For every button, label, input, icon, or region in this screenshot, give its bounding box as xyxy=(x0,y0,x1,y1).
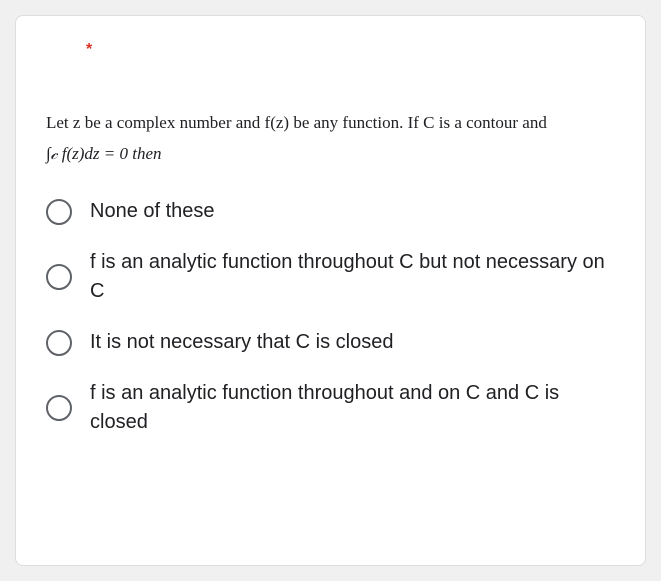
option-label: f is an analytic function throughout C b… xyxy=(90,248,615,306)
radio-icon xyxy=(46,199,72,225)
option-label: It is not necessary that C is closed xyxy=(90,328,393,357)
options-group: None of these f is an analytic function … xyxy=(46,197,615,437)
option-row[interactable]: f is an analytic function throughout C b… xyxy=(46,248,615,306)
option-label: None of these xyxy=(90,197,215,226)
option-row[interactable]: None of these xyxy=(46,197,615,226)
radio-icon xyxy=(46,330,72,356)
option-row[interactable]: f is an analytic function throughout and… xyxy=(46,379,615,437)
required-asterisk: * xyxy=(86,41,615,59)
radio-icon xyxy=(46,395,72,421)
question-line-2: ∫𝒸 f(z)dz = 0 then xyxy=(46,140,615,167)
question-text: Let z be a complex number and f(z) be an… xyxy=(46,109,615,167)
question-card: * Let z be a complex number and f(z) be … xyxy=(15,15,646,566)
radio-icon xyxy=(46,264,72,290)
option-label: f is an analytic function throughout and… xyxy=(90,379,615,437)
option-row[interactable]: It is not necessary that C is closed xyxy=(46,328,615,357)
question-line-1: Let z be a complex number and f(z) be an… xyxy=(46,113,547,132)
